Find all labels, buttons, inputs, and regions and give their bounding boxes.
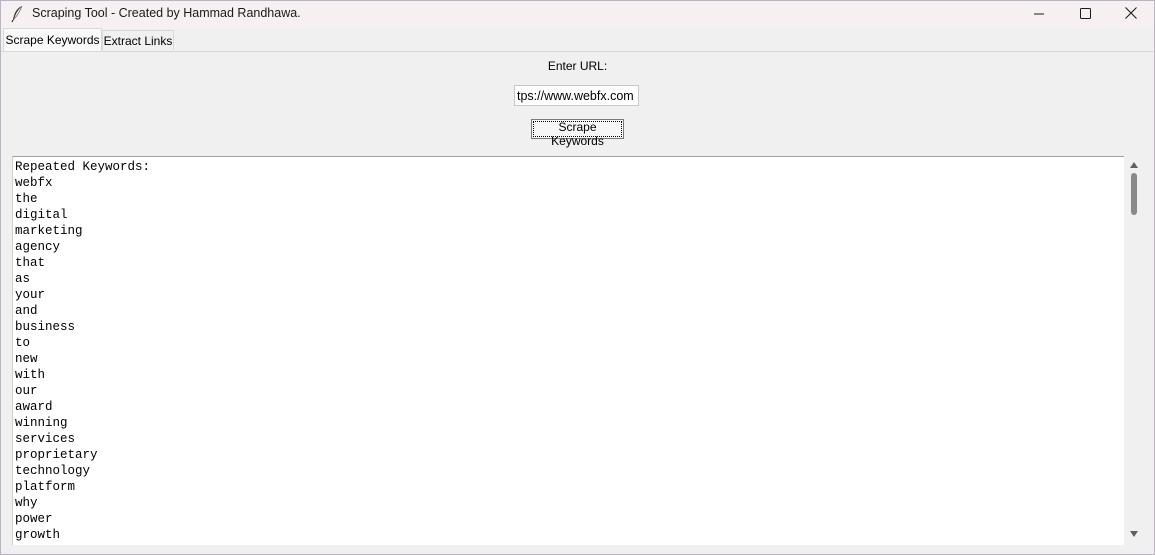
- scroll-thumb[interactable]: [1131, 173, 1137, 215]
- keyword-list: webfx the digital marketing agency that …: [15, 176, 98, 542]
- window-title: Scraping Tool - Created by Hammad Randha…: [32, 6, 301, 20]
- minimize-button[interactable]: [1016, 1, 1062, 28]
- maximize-icon: [1079, 6, 1091, 24]
- close-icon: [1125, 6, 1137, 24]
- keyword-line: your: [15, 288, 46, 302]
- results-heading: Repeated Keywords:: [15, 160, 151, 174]
- keyword-line: award: [15, 400, 53, 414]
- tab-scrape-keywords[interactable]: Scrape Keywords: [3, 28, 102, 51]
- triangle-down-icon: [1129, 525, 1139, 543]
- keyword-line: webfx: [15, 176, 53, 190]
- keyword-line: technology: [15, 464, 91, 478]
- close-button[interactable]: [1108, 1, 1154, 28]
- results-content: Repeated Keywords: webfx the digital mar…: [15, 159, 150, 543]
- keyword-line: our: [15, 384, 38, 398]
- title-bar[interactable]: Scraping Tool - Created by Hammad Randha…: [1, 1, 1154, 28]
- keyword-line: new: [15, 352, 38, 366]
- keyword-line: with: [15, 368, 46, 382]
- tab-bar: Scrape Keywords Extract Links: [1, 28, 1154, 52]
- keyword-line: agency: [15, 240, 61, 254]
- keyword-line: platform: [15, 480, 76, 494]
- keyword-line: and: [15, 304, 38, 318]
- app-window: Scraping Tool - Created by Hammad Randha…: [0, 0, 1155, 555]
- scroll-up-button[interactable]: [1128, 159, 1140, 171]
- keyword-line: why: [15, 496, 38, 510]
- feather-icon: [10, 5, 24, 23]
- keyword-line: proprietary: [15, 448, 98, 462]
- triangle-up-icon: [1129, 156, 1139, 174]
- scrape-keywords-button[interactable]: Scrape Keywords: [531, 119, 624, 148]
- keyword-line: the: [15, 192, 38, 206]
- keyword-line: digital: [15, 208, 68, 222]
- keyword-line: services: [15, 432, 76, 446]
- url-label: Enter URL:: [547, 59, 608, 73]
- tab-extract-links[interactable]: Extract Links: [102, 30, 174, 50]
- keyword-line: as: [15, 272, 31, 286]
- minimize-icon: [1034, 6, 1044, 24]
- scroll-down-button[interactable]: [1128, 528, 1140, 540]
- keyword-line: winning: [15, 416, 68, 430]
- results-text-area[interactable]: Repeated Keywords: webfx the digital mar…: [12, 156, 1124, 545]
- url-input[interactable]: [514, 85, 639, 106]
- keyword-line: business: [15, 320, 76, 334]
- vertical-scrollbar[interactable]: [1126, 156, 1142, 545]
- keyword-line: growth: [15, 528, 61, 542]
- keyword-line: marketing: [15, 224, 83, 238]
- maximize-button[interactable]: [1062, 1, 1108, 28]
- keyword-line: to: [15, 336, 31, 350]
- keyword-line: power: [15, 512, 53, 526]
- keyword-line: that: [15, 256, 46, 270]
